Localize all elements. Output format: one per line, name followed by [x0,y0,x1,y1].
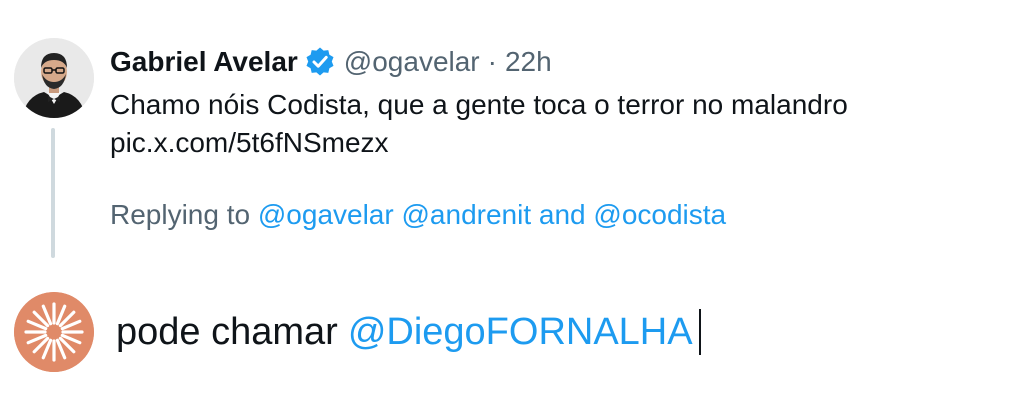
replying-and-label[interactable]: and [539,199,586,230]
current-user-avatar[interactable] [14,292,94,372]
replying-to-label: Replying to [110,199,251,230]
replying-to: Replying to @ogavelar @andrenit and @oco… [110,196,726,234]
post-media-link[interactable]: pic.x.com/5t6fNSmezx [110,124,848,162]
verified-badge-icon[interactable] [304,46,336,78]
starburst-logo-icon [14,292,94,372]
thread-connector-line [51,128,55,258]
author-avatar[interactable] [14,38,94,118]
replying-mention-ogavelar[interactable]: @ogavelar [258,199,394,230]
reply-composer-input[interactable]: pode chamar @DiegoFORNALHA [116,306,701,358]
profile-photo-icon [14,38,94,118]
post-header: Gabriel Avelar @ogavelar · 22h [110,42,552,82]
separator-dot: · [487,46,497,77]
composer-text: pode chamar [116,311,338,353]
post-text: Chamo nóis Codista, que a gente toca o t… [110,86,848,162]
author-name[interactable]: Gabriel Avelar [110,46,298,78]
composer-mention[interactable]: @DiegoFORNALHA [348,306,693,358]
post-timestamp[interactable]: 22h [505,46,552,78]
author-handle[interactable]: @ogavelar [344,46,480,78]
text-cursor [698,309,701,355]
post-text-line-1: Chamo nóis Codista, que a gente toca o t… [110,89,848,120]
replying-mention-andrenit[interactable]: @andrenit [402,199,532,230]
replying-mention-ocodista[interactable]: @ocodista [593,199,726,230]
